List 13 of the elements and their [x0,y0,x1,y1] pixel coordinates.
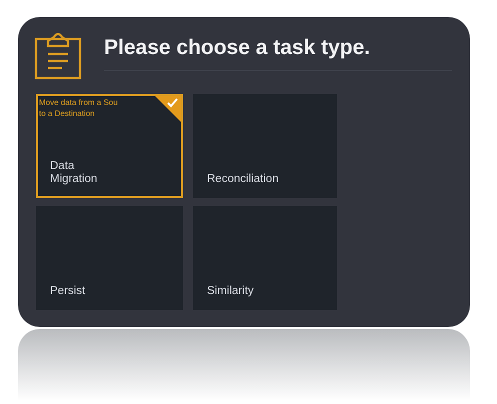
task-card[interactable]: Persist [36,206,183,310]
clipboard-icon [34,30,82,80]
check-icon [155,96,181,122]
task-label: Similarity [207,285,255,298]
task-card[interactable]: Similarity [193,206,337,310]
task-description: Move data from a Sou [39,97,118,108]
task-card[interactable]: Reconciliation [193,94,337,198]
task-label: Reconciliation [207,173,280,186]
dialog-title: Please choose a task type. [104,36,370,60]
task-label: Persist [50,285,86,298]
task-card[interactable]: Move data from a Sou to a Destination Data Migration [36,94,183,198]
task-label: Data Migration [50,160,98,186]
task-description: to a Destination [39,108,96,119]
